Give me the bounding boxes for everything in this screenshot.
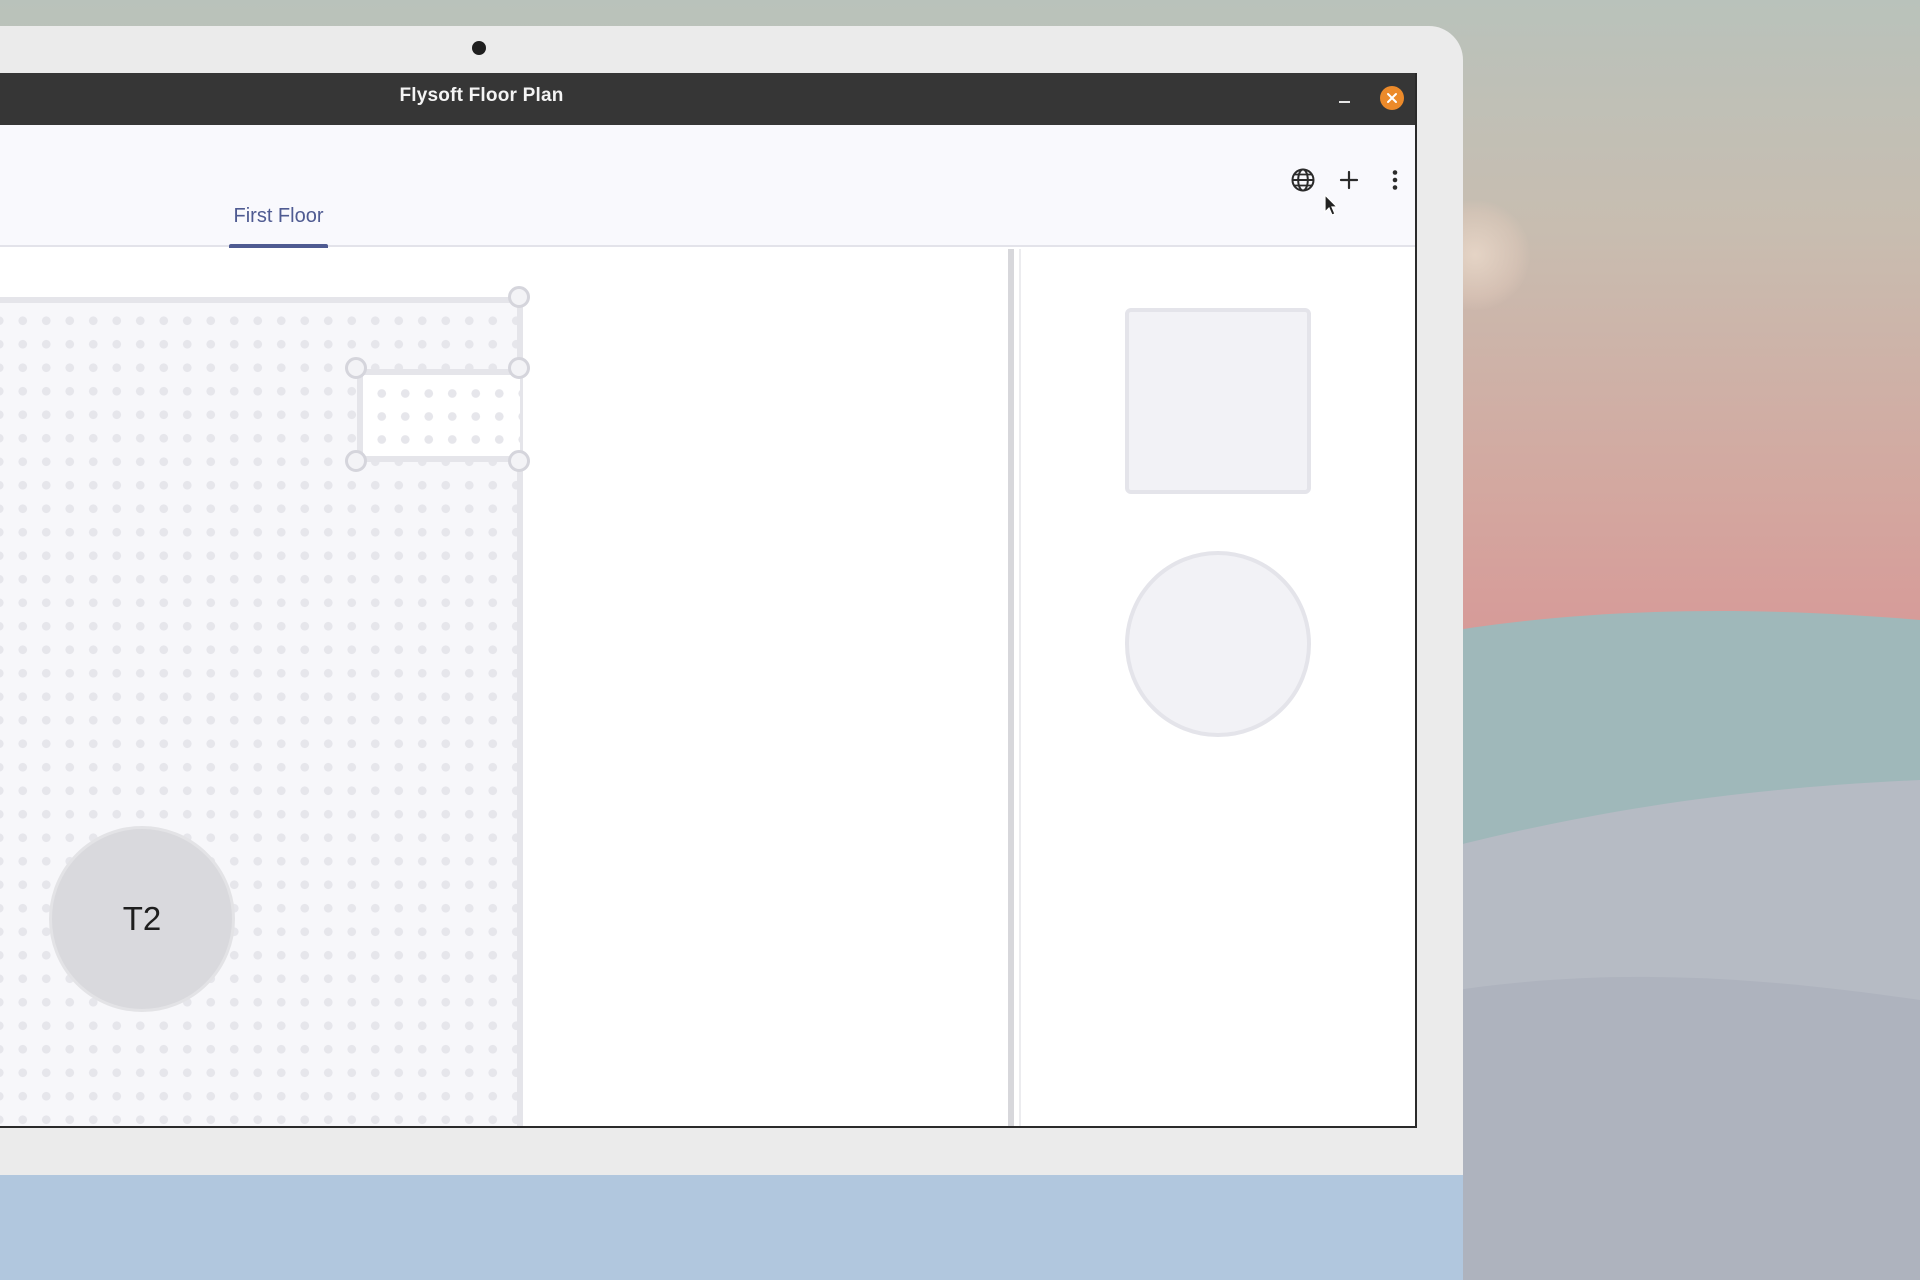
table-label: T2 (122, 900, 162, 937)
taskbar-area (0, 1175, 1463, 1280)
minimize-icon (1339, 101, 1350, 103)
tab-first-floor[interactable]: First Floor (229, 205, 328, 249)
square-table-shape[interactable] (1125, 308, 1311, 494)
room-alcove[interactable] (357, 369, 520, 462)
webcam (472, 41, 486, 55)
more-vertical-icon[interactable] (1380, 165, 1410, 195)
resize-handle-top-right[interactable] (508, 286, 530, 308)
desktop-background: Flysoft Floor Plan First Floor T2 (0, 0, 1920, 1280)
shapes-palette (1021, 249, 1415, 1126)
resize-handle-alcove-bottom-left[interactable] (345, 450, 367, 472)
globe-icon[interactable] (1288, 165, 1318, 195)
round-table-shape[interactable] (1125, 551, 1311, 737)
close-icon (1387, 93, 1397, 103)
toolbar (0, 125, 1415, 247)
floor-plan-canvas[interactable]: T2 (0, 249, 1008, 1126)
window-title: Flysoft Floor Plan (399, 85, 564, 106)
plus-icon[interactable] (1334, 165, 1364, 195)
resize-handle-alcove-bottom-right[interactable] (508, 450, 530, 472)
resize-handle-alcove-top-left[interactable] (345, 357, 367, 379)
active-tab-indicator (229, 244, 328, 248)
close-button[interactable] (1380, 86, 1404, 110)
panel-splitter[interactable] (1008, 249, 1014, 1126)
title-bar[interactable]: Flysoft Floor Plan (0, 73, 1415, 125)
minimize-button[interactable] (1333, 86, 1357, 110)
app-window: Flysoft Floor Plan First Floor T2 (0, 73, 1417, 1128)
table-t2[interactable]: T2 (49, 826, 235, 1012)
tab-label: First Floor (233, 205, 324, 227)
resize-handle-alcove-top-right[interactable] (508, 357, 530, 379)
